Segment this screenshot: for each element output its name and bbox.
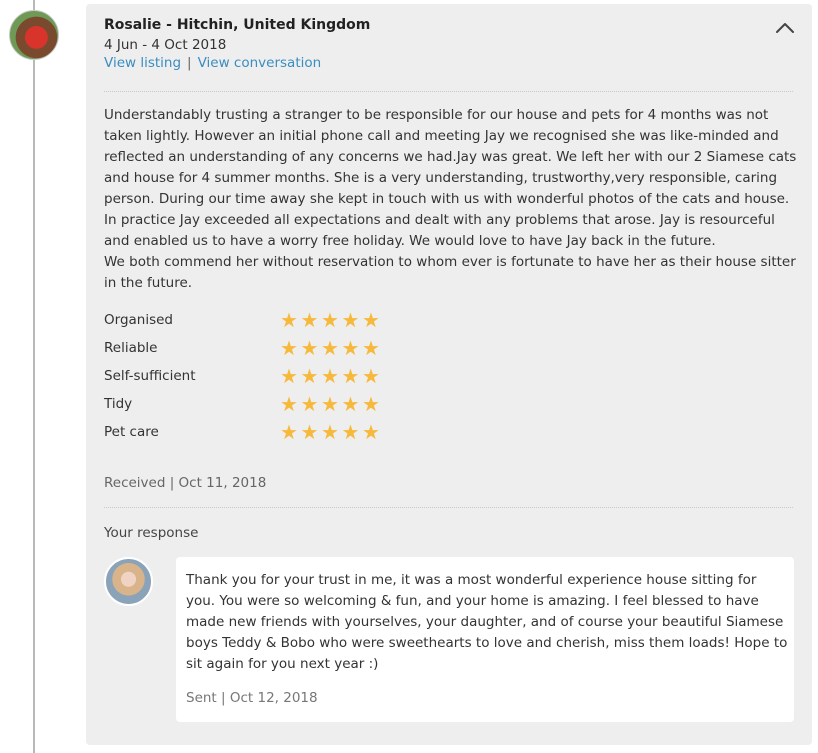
rating-row: Self-sufficient ★ ★ ★ ★ ★ (104, 366, 404, 388)
rating-label: Organised (104, 312, 173, 328)
rating-row: Pet care ★ ★ ★ ★ ★ (104, 422, 404, 444)
collapse-button[interactable] (774, 17, 796, 39)
star-icon: ★ (362, 420, 380, 444)
rating-stars: ★ ★ ★ ★ ★ (280, 366, 383, 388)
reviewer-name: Rosalie - Hitchin, United Kingdom (104, 17, 371, 33)
star-icon: ★ (362, 392, 380, 416)
review-paragraph: We both commend her without reservation … (104, 254, 796, 291)
star-icon: ★ (321, 420, 339, 444)
rating-label: Self-sufficient (104, 368, 196, 384)
star-icon: ★ (280, 308, 298, 332)
star-icon: ★ (321, 364, 339, 388)
divider (104, 91, 793, 92)
review-text: Understandably trusting a stranger to be… (104, 105, 798, 294)
star-icon: ★ (300, 364, 319, 388)
sent-date: Sent | Oct 12, 2018 (186, 690, 318, 706)
rating-row: Reliable ★ ★ ★ ★ ★ (104, 338, 404, 360)
chevron-up-icon (776, 23, 794, 33)
response-heading: Your response (104, 525, 199, 541)
star-icon: ★ (280, 392, 298, 416)
rating-stars: ★ ★ ★ ★ ★ (280, 338, 383, 360)
star-icon: ★ (321, 392, 339, 416)
rating-row: Tidy ★ ★ ★ ★ ★ (104, 394, 404, 416)
divider (104, 507, 793, 508)
responder-avatar (104, 557, 153, 606)
response-card: Thank you for your trust in me, it was a… (176, 557, 794, 722)
star-icon: ★ (341, 308, 360, 332)
star-icon: ★ (280, 420, 298, 444)
link-separator: | (187, 55, 192, 71)
rating-stars: ★ ★ ★ ★ ★ (280, 394, 383, 416)
stay-dates: 4 Jun - 4 Oct 2018 (104, 37, 227, 53)
rating-label: Tidy (104, 396, 133, 412)
star-icon: ★ (321, 336, 339, 360)
received-date: Received | Oct 11, 2018 (104, 475, 267, 491)
star-icon: ★ (341, 364, 360, 388)
rating-label: Reliable (104, 340, 158, 356)
star-icon: ★ (362, 308, 380, 332)
review-links: View listing | View conversation (104, 55, 321, 71)
reviewer-avatar (9, 10, 59, 60)
star-icon: ★ (280, 364, 298, 388)
rating-label: Pet care (104, 424, 159, 440)
rating-stars: ★ ★ ★ ★ ★ (280, 310, 383, 332)
star-icon: ★ (300, 336, 319, 360)
rating-row: Organised ★ ★ ★ ★ ★ (104, 310, 404, 332)
star-icon: ★ (300, 308, 319, 332)
review-paragraph: Understandably trusting a stranger to be… (104, 107, 797, 249)
star-icon: ★ (362, 364, 380, 388)
view-conversation-link[interactable]: View conversation (198, 55, 322, 71)
star-icon: ★ (341, 336, 360, 360)
star-icon: ★ (341, 420, 360, 444)
star-icon: ★ (280, 336, 298, 360)
view-listing-link[interactable]: View listing (104, 55, 181, 71)
review-card: Rosalie - Hitchin, United Kingdom 4 Jun … (86, 4, 812, 745)
star-icon: ★ (362, 336, 380, 360)
timeline-line (33, 0, 35, 753)
response-text: Thank you for your trust in me, it was a… (186, 572, 788, 672)
star-icon: ★ (300, 392, 319, 416)
star-icon: ★ (321, 308, 339, 332)
rating-stars: ★ ★ ★ ★ ★ (280, 422, 383, 444)
star-icon: ★ (300, 420, 319, 444)
star-icon: ★ (341, 392, 360, 416)
